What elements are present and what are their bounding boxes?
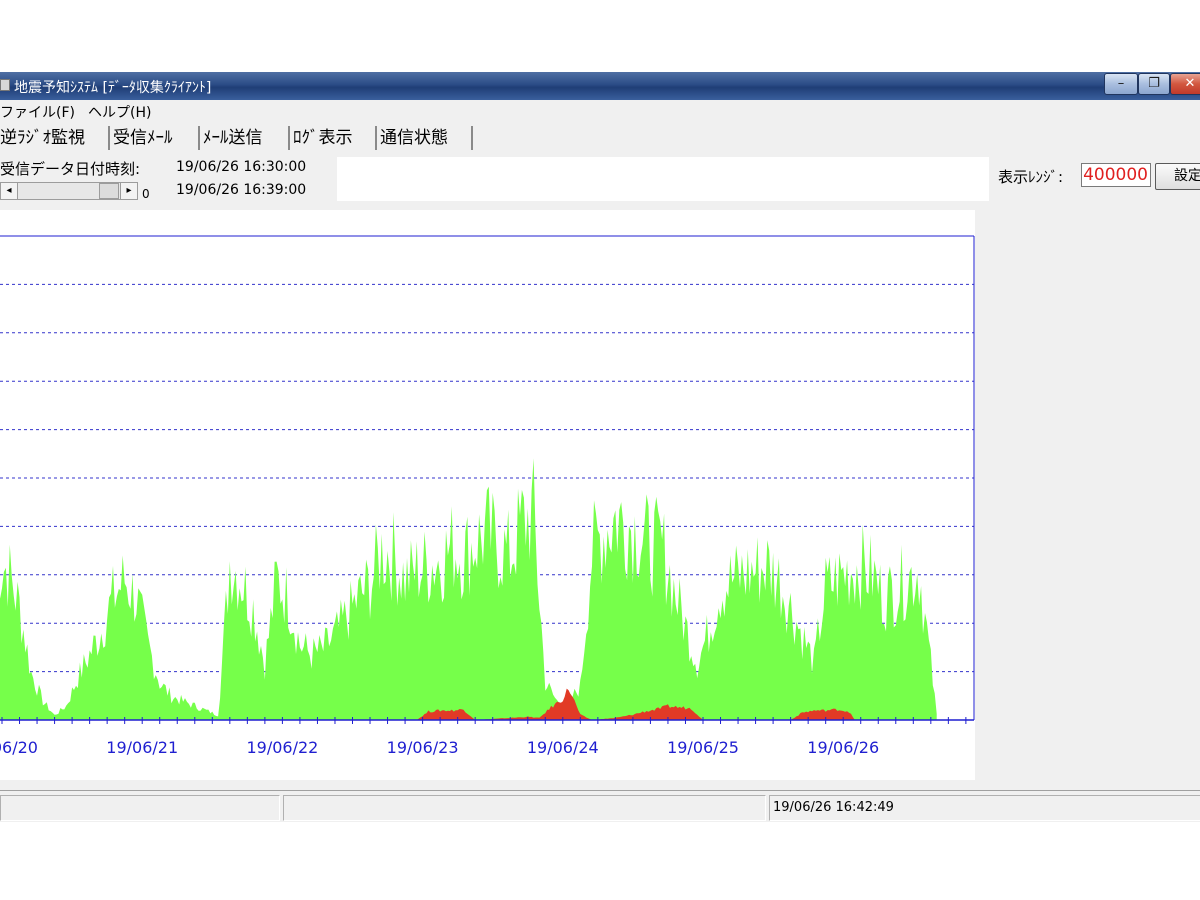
status-panel-2 (283, 795, 766, 821)
x-tick-label: 19/06/26 (807, 738, 879, 757)
x-tick-label: 19/06/20 (0, 738, 38, 757)
app-window: 地震予知ｼｽﾃﾑ [ﾃﾞｰﾀ収集ｸﾗｲｱﾝﾄ] – ❐ ✕ ファイル(F) ヘル… (0, 72, 1200, 822)
x-tick-label: 19/06/22 (246, 738, 318, 757)
display-range-value: 400000 (1083, 165, 1148, 185)
message-area (337, 157, 989, 201)
tab-send-mail[interactable]: ﾒｰﾙ送信 (203, 126, 290, 150)
title-bar[interactable]: 地震予知ｼｽﾃﾑ [ﾃﾞｰﾀ収集ｸﾗｲｱﾝﾄ] – ❐ ✕ (0, 72, 1200, 100)
received-from-datetime: 19/06/26 16:30:00 (176, 159, 307, 175)
series-green-area (0, 458, 937, 720)
x-tick-label: 19/06/24 (527, 738, 599, 757)
tab-reverse-radio-monitor[interactable]: 逆ﾗｼﾞｵ監視 (0, 126, 110, 150)
menu-help[interactable]: ヘルプ(H) (88, 102, 151, 122)
set-button[interactable]: 設定 (1155, 163, 1200, 190)
scroll-left-arrow-icon[interactable]: ◂ (1, 183, 18, 199)
tab-comm-status[interactable]: 通信状態 (380, 126, 473, 150)
tab-log-view[interactable]: ﾛｸﾞ表示 (293, 126, 377, 150)
status-bar: 19/06/26 16:42:49 (0, 790, 1200, 822)
tab-received-mail[interactable]: 受信ﾒｰﾙ (113, 126, 200, 150)
minimize-button[interactable]: – (1104, 73, 1138, 95)
app-icon (0, 79, 10, 91)
scroll-right-arrow-icon[interactable]: ▸ (120, 183, 137, 199)
x-tick-label: 19/06/25 (667, 738, 739, 757)
x-tick-label: 19/06/23 (387, 738, 459, 757)
scroll-value: 0 (142, 187, 150, 201)
display-range-input[interactable]: 400000 (1081, 163, 1151, 187)
received-datetime-label: 受信データ日付時刻: (0, 160, 141, 178)
waveform-chart: 19/06/20 19/06/21 19/06/22 19/06/23 19/06/24… (0, 235, 975, 757)
scroll-thumb[interactable] (99, 183, 119, 199)
x-tick-label: 19/06/21 (106, 738, 178, 757)
window-title: 地震予知ｼｽﾃﾑ [ﾃﾞｰﾀ収集ｸﾗｲｱﾝﾄ] (14, 80, 212, 96)
status-panel-1 (0, 795, 280, 821)
maximize-button[interactable]: ❐ (1138, 73, 1170, 95)
status-datetime: 19/06/26 16:42:49 (769, 795, 1200, 821)
display-range-label: 表示ﾚﾝｼﾞ: (998, 168, 1064, 186)
time-scrollbar[interactable]: ◂ ▸ (0, 182, 138, 200)
menu-file[interactable]: ファイル(F) (0, 102, 75, 122)
close-button[interactable]: ✕ (1170, 73, 1200, 95)
chart-panel: 19/06/20 19/06/21 19/06/22 19/06/23 19/06/24… (0, 210, 975, 780)
received-to-datetime: 19/06/26 16:39:00 (176, 182, 307, 198)
menu-bar: ファイル(F) ヘルプ(H) (0, 100, 1200, 122)
